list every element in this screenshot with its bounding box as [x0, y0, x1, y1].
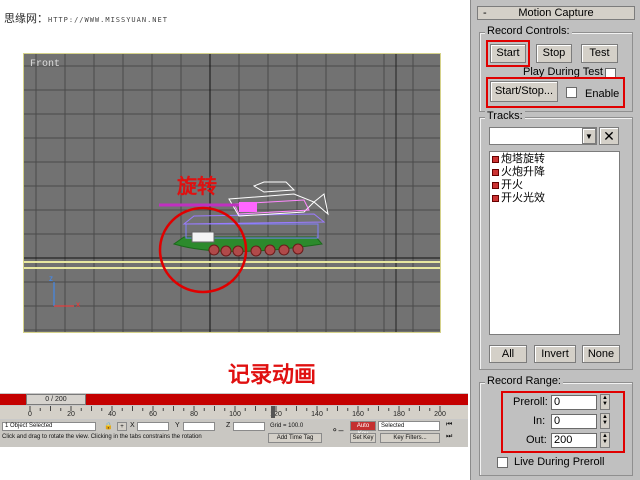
out-label: Out: — [526, 434, 547, 446]
ruler-number: 140 — [311, 411, 323, 418]
transform-mode-button[interactable]: + — [117, 422, 127, 431]
set-key-button[interactable]: Set Key — [350, 433, 376, 443]
status-bar: 1 Object Selected 🔒 + X Y Z Grid = 100.0… — [0, 420, 468, 447]
y-coord-field[interactable] — [183, 422, 215, 431]
selected-dropdown[interactable]: Selected — [378, 421, 440, 431]
ruler-number: 180 — [393, 411, 405, 418]
axis-z-label: z — [49, 274, 53, 283]
track-item[interactable]: 火炮升降 — [490, 166, 619, 179]
track-item[interactable]: 炮塔旋转 — [490, 153, 619, 166]
key-icon[interactable]: ⚬– — [331, 425, 344, 436]
ruler-number: 80 — [190, 411, 198, 418]
start-stop-button[interactable]: Start/Stop... — [490, 81, 558, 102]
prompt-line: Click and drag to rotate the view. Click… — [2, 434, 202, 440]
in-spinner[interactable]: ▲ ▼ — [600, 413, 610, 429]
in-label: In: — [533, 415, 546, 427]
z-coord-field[interactable] — [233, 422, 265, 431]
track-label: 炮塔旋转 — [501, 153, 545, 165]
track-label: 开火光效 — [501, 192, 545, 204]
enable-checkbox[interactable] — [566, 87, 577, 98]
live-during-preroll-label: Live During Preroll — [514, 456, 605, 468]
preroll-field[interactable]: 0 — [551, 395, 597, 410]
all-button[interactable]: All — [489, 345, 527, 363]
selection-status: 1 Object Selected — [2, 422, 96, 431]
auto-key-button[interactable]: Auto Key — [350, 421, 376, 437]
delete-track-icon[interactable]: ✕ — [599, 127, 619, 145]
controller-icon — [492, 195, 499, 202]
out-spinner[interactable]: ▲ ▼ — [600, 432, 610, 448]
goto-end-icon[interactable]: ⏭ — [446, 433, 452, 441]
rollout-title: Motion Capture — [518, 7, 594, 19]
lock-icon[interactable]: 🔒 — [104, 422, 113, 430]
key-filters-button[interactable]: Key Filters... — [380, 433, 440, 443]
test-button[interactable]: Test — [581, 44, 618, 63]
preroll-spinner[interactable]: ▲ ▼ — [600, 394, 610, 410]
goto-start-icon[interactable]: ⏮ — [446, 421, 452, 429]
live-during-preroll-checkbox[interactable] — [497, 457, 508, 468]
start-button[interactable]: Start — [490, 44, 526, 63]
ruler-number: 0 — [28, 411, 32, 418]
ruler-number: 200 — [434, 411, 446, 418]
annotation-rotate: 旋转 — [177, 174, 217, 198]
controller-icon — [492, 156, 499, 163]
tracks-dropdown[interactable]: ▼ — [489, 127, 597, 145]
stop-button[interactable]: Stop — [536, 44, 572, 63]
ruler-number: 60 — [149, 411, 157, 418]
timeline-area: 0 / 200 0 20 40 60 80 100 120 140 160 180 200 1 Ob… — [0, 393, 468, 447]
annotation-rotate-circle — [158, 206, 248, 294]
controller-icon — [492, 182, 499, 189]
x-label: X — [130, 422, 135, 429]
out-field[interactable]: 200 — [551, 433, 597, 448]
motion-capture-rollout[interactable]: - Motion Capture — [477, 6, 635, 20]
watermark-text: 思缘网： — [4, 12, 48, 25]
y-label: Y — [175, 422, 180, 429]
add-time-tag-button[interactable]: Add Time Tag — [268, 433, 322, 443]
command-panel: - Motion Capture Record Controls: Start … — [470, 0, 640, 480]
ruler-number: 40 — [108, 411, 116, 418]
record-range-title: Record Range: — [485, 375, 563, 387]
time-marker[interactable] — [271, 406, 275, 418]
track-item[interactable]: 开火光效 — [490, 192, 619, 205]
tracks-list[interactable]: 炮塔旋转 火炮升降 开火 开火光效 — [489, 151, 620, 335]
tracks-title: Tracks: — [485, 110, 525, 122]
x-coord-field[interactable] — [137, 422, 169, 431]
invert-button[interactable]: Invert — [534, 345, 576, 363]
annotation-record: 记录动画 — [228, 363, 317, 388]
chevron-down-icon[interactable]: ▼ — [582, 128, 596, 144]
axis-x-label: x — [76, 300, 80, 309]
watermark-url: HTTP://WWW.MISSYUAN.NET — [48, 16, 168, 24]
track-label: 火炮升降 — [501, 166, 545, 178]
viewport-label[interactable]: Front — [30, 59, 60, 70]
watermark: 思缘网：HTTP://WWW.MISSYUAN.NET — [4, 10, 168, 26]
grid-size: Grid = 100.0 — [270, 423, 304, 429]
z-label: Z — [226, 422, 231, 429]
preroll-label: Preroll: — [513, 396, 548, 408]
in-field[interactable]: 0 — [551, 414, 597, 429]
ruler-number: 160 — [352, 411, 364, 418]
time-slider[interactable]: 0 / 200 — [26, 394, 86, 405]
none-button[interactable]: None — [582, 345, 620, 363]
rollout-minus: - — [483, 7, 487, 19]
track-label: 开火 — [501, 179, 523, 191]
enable-label: Enable — [585, 88, 620, 100]
ruler-number: 20 — [67, 411, 75, 418]
track-item[interactable]: 开火 — [490, 179, 619, 192]
controller-icon — [492, 169, 499, 176]
record-controls-title: Record Controls: — [485, 25, 572, 37]
track-bar[interactable]: 0 20 40 60 80 100 120 140 160 180 200 — [0, 406, 468, 419]
ruler-number: 100 — [229, 411, 241, 418]
